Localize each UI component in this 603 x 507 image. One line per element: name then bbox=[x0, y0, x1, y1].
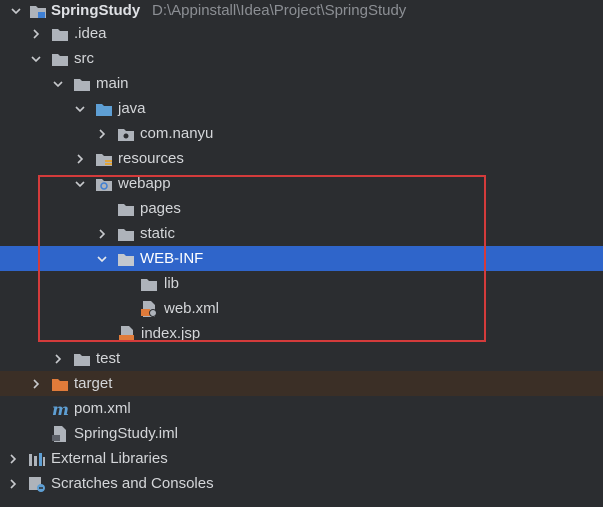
tree-row-index-jsp[interactable]: index.jsp bbox=[0, 321, 603, 346]
tree-row-resources[interactable]: resources bbox=[0, 146, 603, 171]
tree-item-label: com.nanyu bbox=[140, 125, 214, 142]
tree-item-label: static bbox=[140, 225, 176, 242]
svg-text:m: m bbox=[52, 401, 69, 417]
tree-item-label: pom.xml bbox=[74, 400, 131, 417]
folder-icon bbox=[73, 350, 91, 368]
folder-icon bbox=[140, 275, 158, 293]
tree-row-web-inf[interactable]: WEB-INF bbox=[0, 246, 603, 271]
chevron-down-icon[interactable] bbox=[8, 0, 24, 23]
tree-item-label: pages bbox=[140, 200, 181, 217]
chevron-down-icon[interactable] bbox=[94, 246, 110, 271]
tree-item-label: main bbox=[96, 75, 129, 92]
tree-row-target[interactable]: target bbox=[0, 371, 603, 396]
tree-item-label: index.jsp bbox=[141, 325, 201, 342]
project-path: D:\Appinstall\Idea\Project\SpringStudy bbox=[152, 2, 407, 19]
tree-item-label: WEB-INF bbox=[140, 250, 204, 267]
chevron-down-icon[interactable] bbox=[72, 96, 88, 121]
chevron-right-icon[interactable] bbox=[94, 121, 110, 146]
resources-folder-icon bbox=[95, 150, 113, 168]
project-name: SpringStudy bbox=[51, 2, 141, 19]
tree-item-label: webapp bbox=[118, 175, 171, 192]
chevron-right-icon[interactable] bbox=[28, 21, 44, 46]
package-icon bbox=[117, 125, 135, 143]
folder-icon bbox=[51, 25, 69, 43]
tree-row-webapp[interactable]: webapp bbox=[0, 171, 603, 196]
tree-row-test[interactable]: test bbox=[0, 346, 603, 371]
web-folder-icon bbox=[95, 175, 113, 193]
folder-icon bbox=[117, 250, 135, 268]
tree-row-main[interactable]: main bbox=[0, 71, 603, 96]
tree-item-label: web.xml bbox=[164, 300, 220, 317]
tree-row-external-libraries[interactable]: External Libraries bbox=[0, 446, 603, 471]
tree-item-label: External Libraries bbox=[51, 450, 168, 467]
tree-row-static[interactable]: static bbox=[0, 221, 603, 246]
tree-row-scratches[interactable]: Scratches and Consoles bbox=[0, 471, 603, 496]
chevron-right-icon[interactable] bbox=[5, 446, 21, 471]
jsp-file-icon bbox=[118, 325, 136, 343]
libraries-icon bbox=[28, 450, 46, 468]
tree-item-label: src bbox=[74, 50, 94, 67]
module-folder-icon bbox=[29, 2, 47, 20]
tree-item-label: java bbox=[118, 100, 146, 117]
tree-item-label: .idea bbox=[74, 25, 107, 42]
maven-icon: m bbox=[51, 400, 69, 418]
tree-row-lib[interactable]: lib bbox=[0, 271, 603, 296]
chevron-down-icon[interactable] bbox=[28, 46, 44, 71]
tree-row-com-nanyu[interactable]: com.nanyu bbox=[0, 121, 603, 146]
tree-row-java[interactable]: java bbox=[0, 96, 603, 121]
folder-icon bbox=[73, 75, 91, 93]
folder-icon bbox=[117, 225, 135, 243]
tree-row-pages[interactable]: pages bbox=[0, 196, 603, 221]
tree-row-idea[interactable]: .idea bbox=[0, 21, 603, 46]
tree-row-iml[interactable]: SpringStudy.iml bbox=[0, 421, 603, 446]
xml-file-icon bbox=[140, 300, 158, 318]
tree-item-label: test bbox=[96, 350, 121, 367]
excluded-folder-icon bbox=[51, 375, 69, 393]
chevron-right-icon[interactable] bbox=[72, 146, 88, 171]
tree-row-project-root[interactable]: SpringStudy D:\Appinstall\Idea\Project\S… bbox=[0, 0, 603, 23]
chevron-down-icon[interactable] bbox=[72, 171, 88, 196]
chevron-right-icon[interactable] bbox=[5, 471, 21, 496]
tree-row-pom-xml[interactable]: m pom.xml bbox=[0, 396, 603, 421]
chevron-right-icon[interactable] bbox=[28, 371, 44, 396]
tree-item-label: lib bbox=[164, 275, 180, 292]
tree-item-label: resources bbox=[118, 150, 184, 167]
tree-item-label: SpringStudy.iml bbox=[74, 425, 178, 442]
scratches-icon bbox=[28, 475, 46, 493]
iml-file-icon bbox=[51, 425, 69, 443]
tree-item-label: Scratches and Consoles bbox=[51, 475, 214, 492]
chevron-right-icon[interactable] bbox=[50, 346, 66, 371]
folder-icon bbox=[51, 50, 69, 68]
chevron-down-icon[interactable] bbox=[50, 71, 66, 96]
source-folder-icon bbox=[95, 100, 113, 118]
tree-item-label: target bbox=[74, 375, 113, 392]
chevron-right-icon[interactable] bbox=[94, 221, 110, 246]
tree-row-web-xml[interactable]: web.xml bbox=[0, 296, 603, 321]
folder-icon bbox=[117, 200, 135, 218]
tree-row-src[interactable]: src bbox=[0, 46, 603, 71]
